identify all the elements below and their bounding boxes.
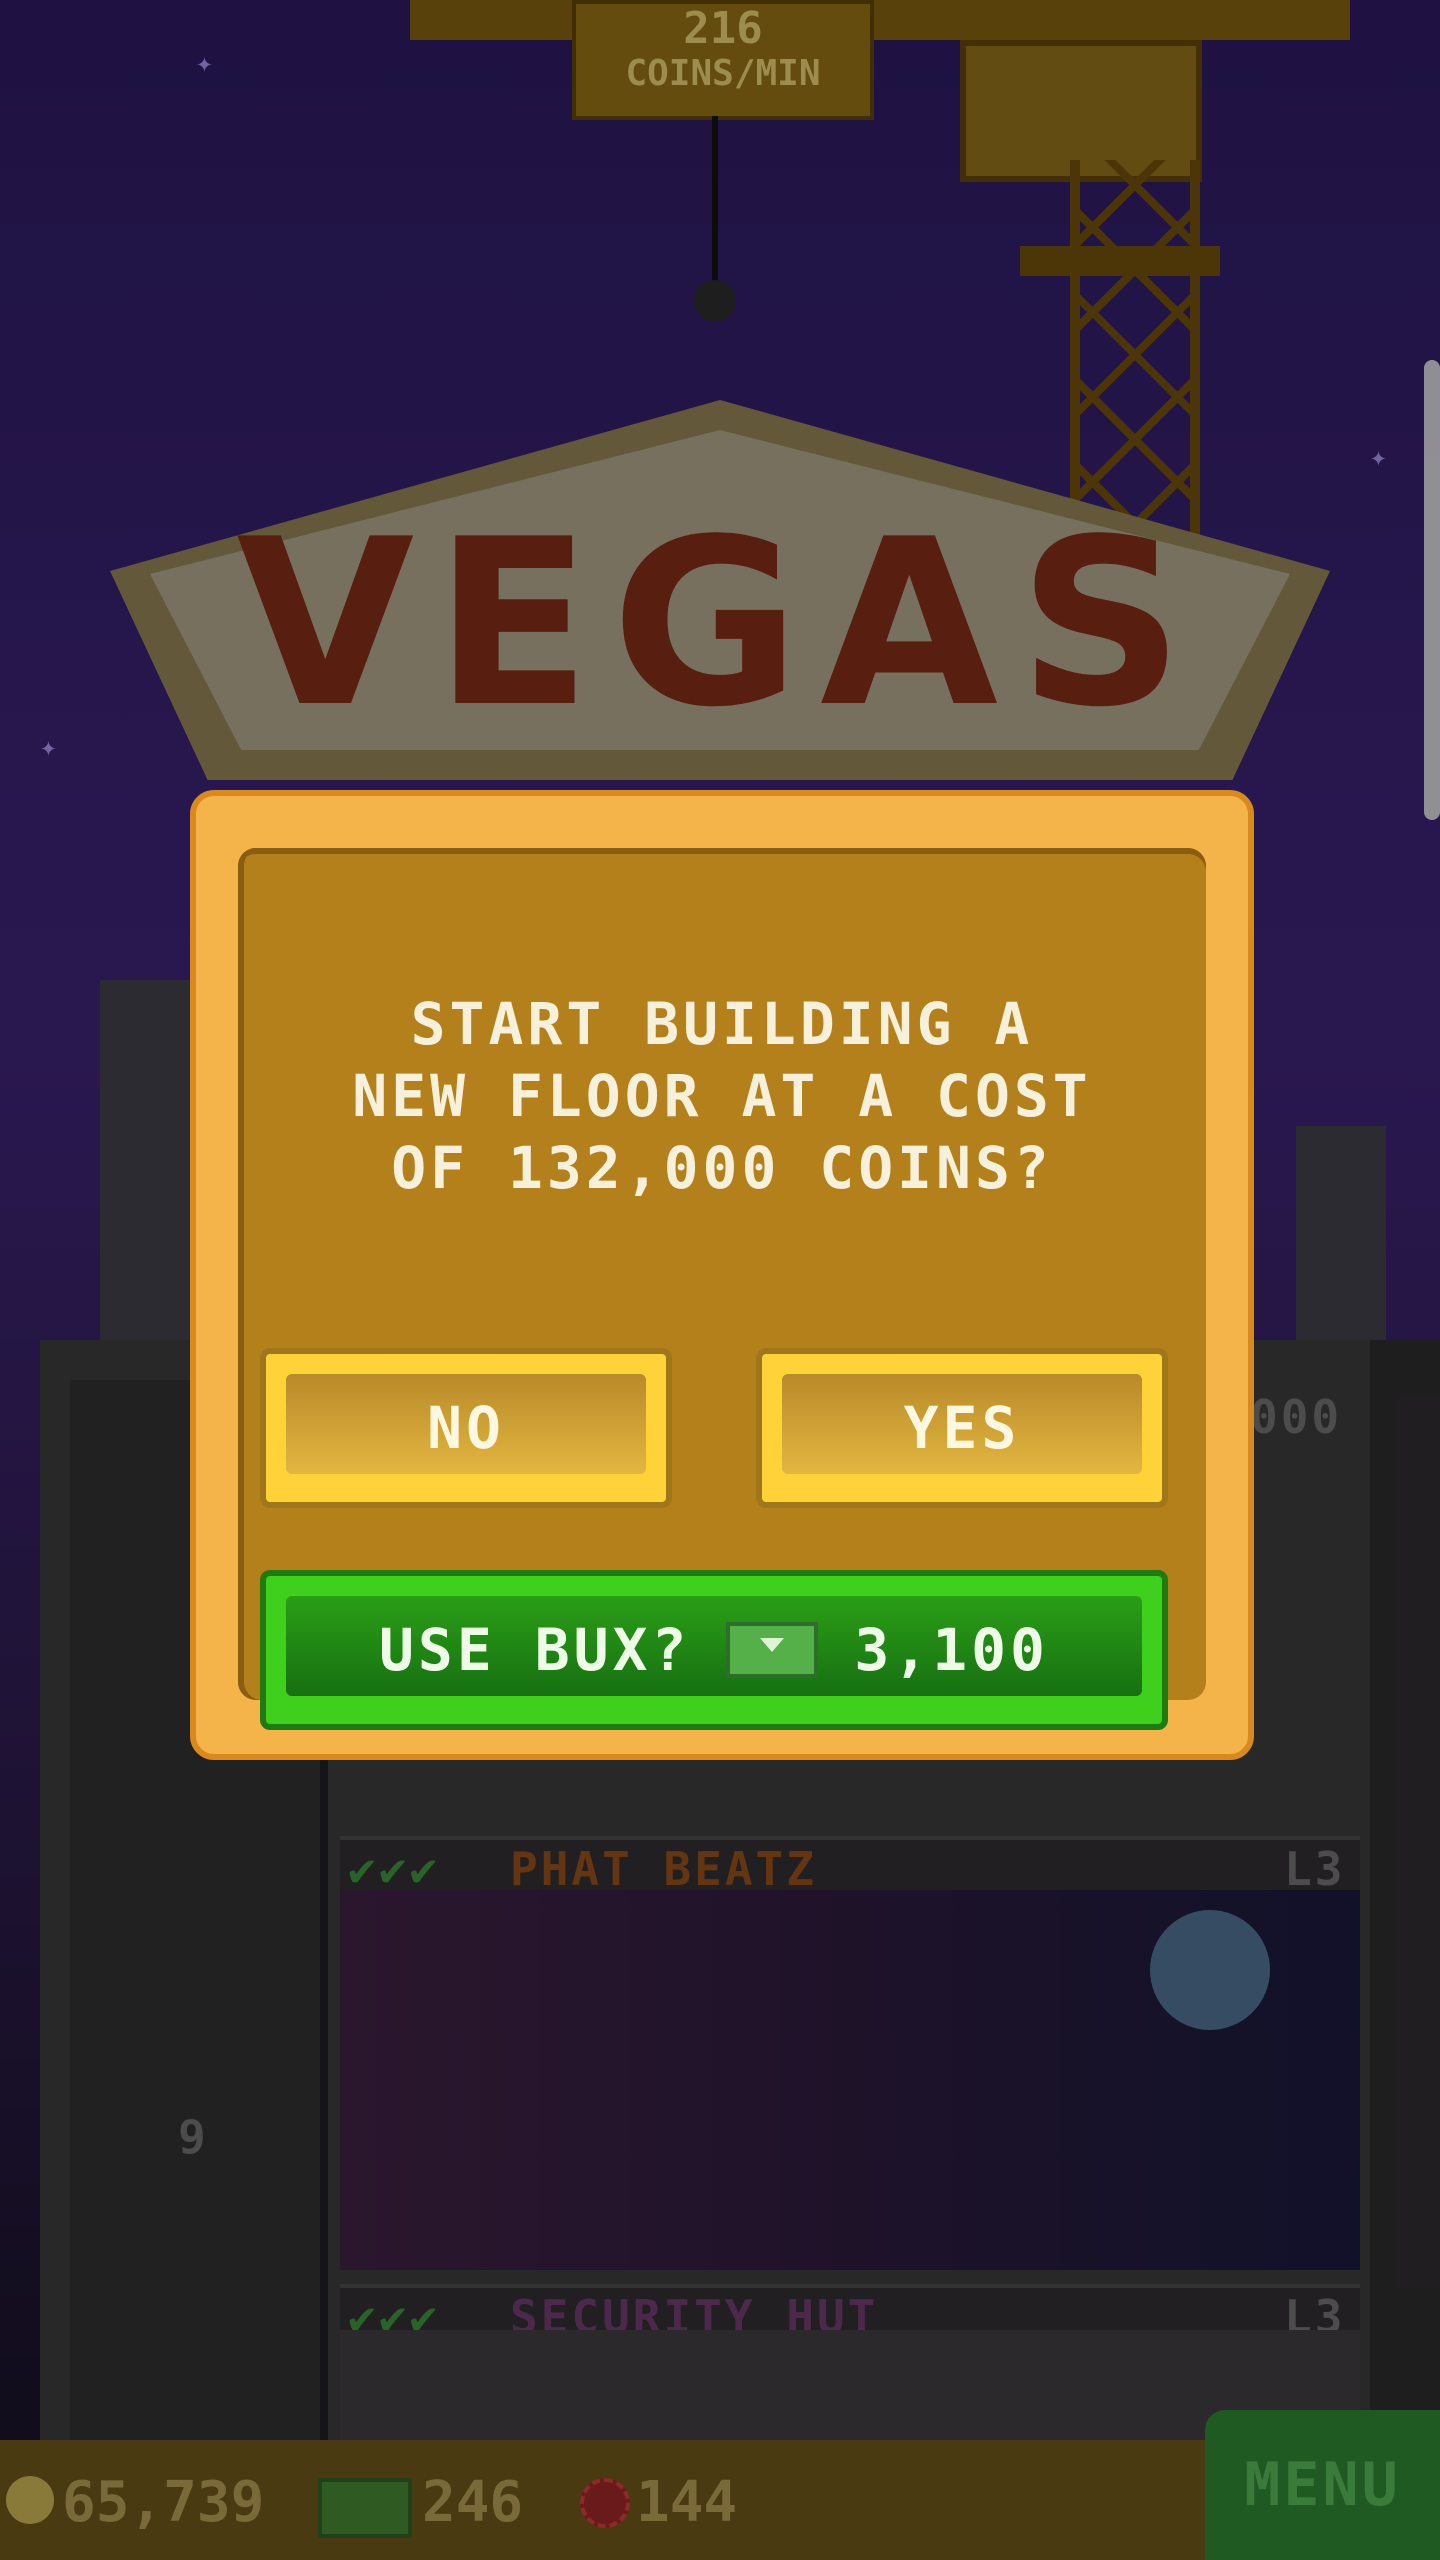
dialog-body: START BUILDING A NEW FLOOR AT A COST OF …: [238, 848, 1206, 1730]
coins-count: 65,739: [62, 2470, 265, 2535]
dialog-message: START BUILDING A NEW FLOOR AT A COST OF …: [352, 990, 1092, 1202]
bux-count: 246: [422, 2470, 524, 2535]
yes-button-label: YES: [903, 1394, 1021, 1462]
no-button[interactable]: NO: [260, 1348, 672, 1508]
menu-button[interactable]: MENU: [1205, 2410, 1440, 2560]
build-floor-dialog: START BUILDING A NEW FLOOR AT A COST OF …: [190, 790, 1254, 1760]
chips-count: 144: [636, 2470, 738, 2535]
chip-icon: [580, 2478, 630, 2528]
yes-button[interactable]: YES: [756, 1348, 1168, 1508]
use-bux-button[interactable]: USE BUX? 3,100: [260, 1570, 1168, 1730]
coin-icon: [6, 2476, 54, 2524]
cash-icon: [726, 1621, 819, 1678]
bux-icon: [318, 2478, 412, 2538]
no-button-label: NO: [427, 1394, 505, 1462]
use-bux-label: USE BUX?: [379, 1616, 691, 1684]
use-bux-cost: 3,100: [854, 1616, 1049, 1684]
